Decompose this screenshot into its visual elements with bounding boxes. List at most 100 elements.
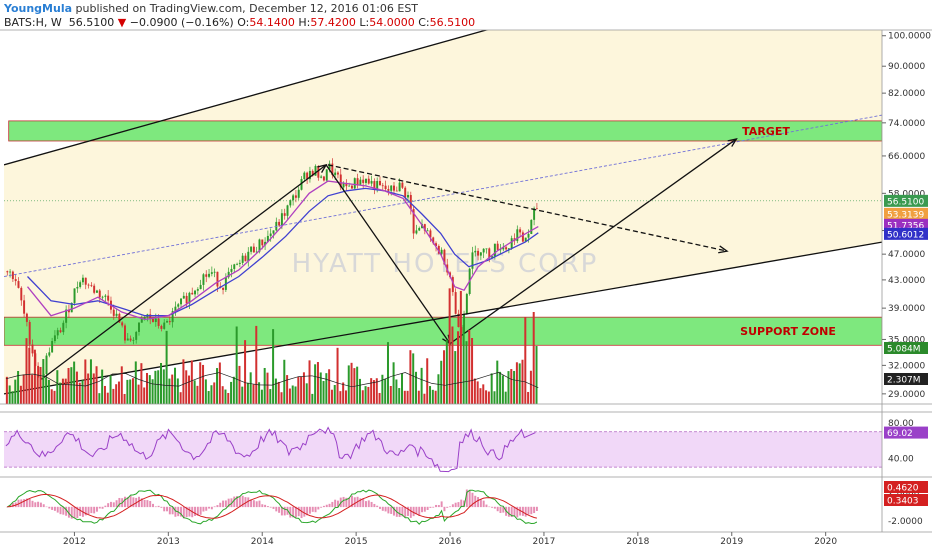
volume-bar [367,386,370,404]
volume-bar [182,359,185,404]
macd-histogram-bar [325,504,328,508]
candle-body [370,181,373,184]
x-tick-label: 2012 [63,537,86,547]
macd-histogram-bar [331,501,334,508]
macd-histogram-bar [524,506,527,517]
y-tick-label: 74.0000 [888,119,925,129]
publisher-name[interactable]: YoungMula [4,2,72,15]
macd-histogram-bar [311,506,314,512]
macd-histogram-bar [364,501,367,508]
candle-body [112,309,115,316]
candle-body [359,179,362,185]
macd-histogram-bar [496,506,499,512]
volume-bar [501,375,504,404]
volume-bar [381,374,384,404]
candle-body [104,295,107,297]
last-price-badge: 56.5100 [887,197,924,207]
candle-body [530,219,533,234]
volume-badge: 5.084M [887,345,921,355]
macd-histogram-bar [233,496,236,508]
volume-bar [151,379,154,404]
volume-bar [25,338,28,404]
candle-body [205,274,208,277]
macd-histogram-bar [322,505,325,508]
candle-body [115,313,118,316]
candle-body [496,243,499,250]
volume-bar [263,367,266,404]
close-label: C: [418,16,430,29]
macd-pane [6,489,538,525]
macd-histogram-bar [104,505,107,508]
macd-histogram-bar [272,506,275,509]
candle-body [157,318,160,326]
macd-histogram-bar [261,504,264,508]
candle-body [138,322,140,332]
candle-body [11,271,14,280]
candle-body [292,195,295,201]
volume-bar [311,393,314,404]
macd-histogram-bar [87,506,90,515]
volume-bar [227,392,230,404]
candle-body [493,243,496,257]
volume-bar [67,367,70,404]
volume-bar [420,367,423,404]
macd-histogram-bar [157,505,160,508]
volume-bar [218,362,221,404]
volume-bar [336,347,339,404]
candle-body [297,189,300,198]
macd-histogram-bar [205,506,208,511]
price-change: −0.0900 (−0.16%) [129,16,234,29]
candle-body [527,233,530,238]
rsi-pane [4,426,882,473]
macd-histogram-bar [479,499,482,508]
x-tick-label: 2013 [157,537,180,547]
volume-bar [395,379,398,404]
high-label: H: [298,16,311,29]
candle-body [393,185,395,191]
macd-histogram-bar [379,506,381,509]
volume-bar [300,376,303,404]
macd-histogram-bar [115,500,118,508]
macd-histogram-bar [300,506,303,519]
volume-bar [188,375,191,404]
volume-bar [347,365,350,404]
volume-bar [190,360,193,404]
low-value: 54.0000 [369,16,415,29]
volume-bar [462,324,465,404]
volume-bar [459,290,462,404]
macd-histogram-bar [247,497,250,508]
candle-body [535,208,538,210]
candle-body [152,318,154,322]
candle-body [272,230,275,234]
macd-histogram-bar [535,506,538,511]
volume-bar [145,372,148,404]
candle-body [334,172,337,176]
volume-bar [249,372,252,404]
macd-histogram-bar [443,506,446,512]
candle-body [465,293,468,315]
candle-body [23,300,26,314]
volume-bar [129,379,132,404]
volume-bar [221,386,224,404]
volume-bar [468,329,471,404]
volume-bar [53,390,56,404]
volume-bar [277,381,280,404]
macd-histogram-bar [154,506,157,508]
candle-body [90,285,93,287]
volume-bar [185,370,188,404]
macd-histogram-bar [440,501,443,508]
volume-bar [106,392,109,404]
symbol-label[interactable]: BATS:H, W [4,16,62,29]
volume-bar [176,378,179,404]
macd-histogram-bar [199,506,202,515]
chart-canvas: HYATT HOTELS CORPTARGETSUPPORT ZONE 100.… [0,29,932,547]
volume-bar [443,350,446,404]
volume-bar [471,338,474,404]
candle-body [401,182,404,188]
candle-body [191,292,194,295]
candle-body [25,313,28,322]
macd-histogram-bar [132,497,135,508]
candle-body [160,325,163,329]
volume-bar [101,369,104,404]
volume-bar [11,391,14,404]
